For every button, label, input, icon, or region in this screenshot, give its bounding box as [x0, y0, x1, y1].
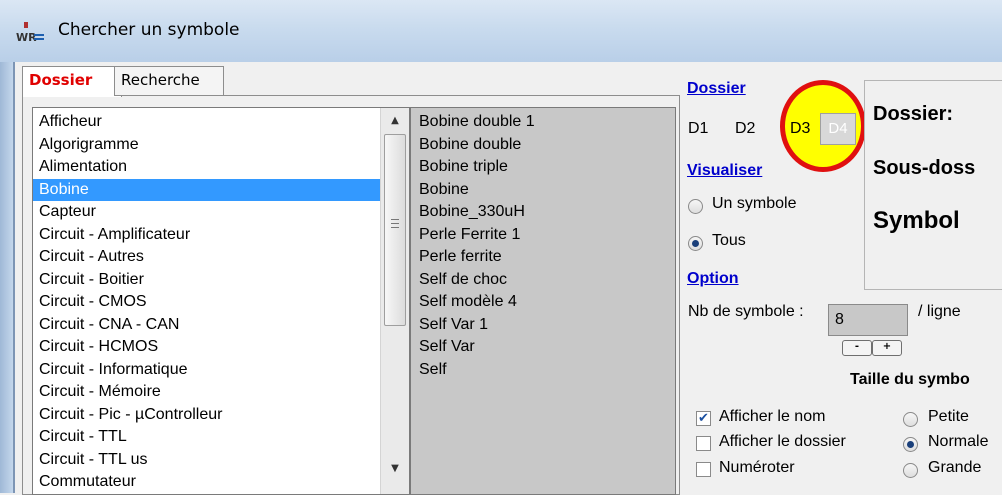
scroll-up-icon[interactable]: ▲: [381, 110, 409, 132]
folder-list[interactable]: Afficheur Algorigramme Alimentation Bobine C…: [32, 107, 410, 495]
symbol-list-item[interactable]: Perle Ferrite 1: [411, 224, 675, 247]
radio-grande[interactable]: [903, 463, 918, 478]
radio-tous[interactable]: [688, 236, 703, 251]
symbol-list-item[interactable]: Bobine double 1: [411, 111, 675, 134]
folder-list-item[interactable]: Circuit - Pic - µControlleur: [33, 404, 380, 427]
symbol-items: Bobine double 1 Bobine double Bobine tripl…: [411, 108, 675, 381]
d3-button[interactable]: D3: [790, 120, 810, 138]
decrement-button[interactable]: -: [842, 340, 872, 356]
svg-text:WR: WR: [16, 31, 37, 44]
folder-list-item[interactable]: Circuit - TTL us: [33, 449, 380, 472]
d4-button[interactable]: D4: [820, 113, 856, 145]
info-dossier: Dossier:: [873, 103, 954, 125]
symbol-list-item[interactable]: Self de choc: [411, 269, 675, 292]
window-frame-left: [0, 62, 13, 493]
symbol-list[interactable]: Bobine double 1 Bobine double Bobine tripl…: [410, 107, 676, 495]
radio-normale-label: Normale: [928, 433, 989, 450]
folder-items: Afficheur Algorigramme Alimentation Bobine C…: [33, 111, 380, 494]
symbol-list-item[interactable]: Self Var: [411, 336, 675, 359]
folder-list-item[interactable]: Afficheur: [33, 111, 380, 134]
checkbox-afficher-dossier[interactable]: [696, 436, 711, 451]
nb-symbole-label: Nb de symbole :: [688, 303, 804, 320]
symbol-list-item[interactable]: Self Var 1: [411, 314, 675, 337]
folder-list-item[interactable]: Circuit - TTL: [33, 426, 380, 449]
checkbox-afficher-dossier-label: Afficher le dossier: [719, 433, 846, 450]
info-symbole: Symbol: [873, 207, 960, 234]
symbol-list-item[interactable]: Perle ferrite: [411, 246, 675, 269]
checkbox-numeroter[interactable]: [696, 462, 711, 477]
folder-scrollbar[interactable]: ▲ ▼: [380, 108, 409, 494]
taille-title: Taille du symbo: [850, 371, 970, 388]
info-panel: Dossier: Sous-doss Symbol: [864, 80, 1002, 290]
scroll-down-icon[interactable]: ▼: [381, 458, 409, 480]
per-line-label: / ligne: [918, 303, 961, 320]
folder-list-item[interactable]: Alimentation: [33, 156, 380, 179]
title-bar: WR Chercher un symbole: [0, 0, 1002, 62]
folder-list-item[interactable]: Bobine: [33, 178, 380, 201]
app-icon: WR: [16, 22, 44, 44]
radio-un-symbole-label: Un symbole: [712, 195, 797, 212]
radio-petite[interactable]: [903, 412, 918, 427]
folder-list-item[interactable]: Commutateur: [33, 471, 380, 494]
folder-list-item[interactable]: Circuit - Autres: [33, 246, 380, 269]
info-sous-dossier: Sous-doss: [873, 157, 976, 179]
folder-list-item[interactable]: Circuit - HCMOS: [33, 336, 380, 359]
radio-normale[interactable]: [903, 437, 918, 452]
radio-grande-label: Grande: [928, 459, 982, 476]
folder-list-item[interactable]: Circuit - Mémoire: [33, 381, 380, 404]
tab-recherche[interactable]: Recherche: [114, 66, 224, 96]
folder-list-item[interactable]: Circuit - Amplificateur: [33, 224, 380, 247]
symbol-list-item[interactable]: Bobine double: [411, 134, 675, 157]
checkbox-afficher-nom-label: Afficher le nom: [719, 408, 826, 425]
symbol-list-item[interactable]: Self modèle 4: [411, 291, 675, 314]
grip-line: [391, 223, 399, 224]
section-option-title: Option: [687, 270, 739, 287]
d1-button[interactable]: D1: [688, 120, 708, 138]
symbol-list-item[interactable]: Bobine_330uH: [411, 201, 675, 224]
checkbox-numeroter-label: Numéroter: [719, 459, 795, 476]
radio-tous-label: Tous: [712, 232, 746, 249]
folder-list-item[interactable]: Circuit - CNA - CAN: [33, 314, 380, 337]
grip-line: [391, 219, 399, 220]
window-title: Chercher un symbole: [58, 20, 240, 40]
increment-button[interactable]: +: [872, 340, 902, 356]
folder-list-item[interactable]: Circuit - Informatique: [33, 359, 380, 382]
scroll-thumb[interactable]: [384, 134, 406, 326]
checkbox-afficher-nom[interactable]: ✔: [696, 411, 711, 426]
symbol-list-item[interactable]: Bobine: [411, 179, 675, 202]
radio-un-symbole[interactable]: [688, 199, 703, 214]
radio-petite-label: Petite: [928, 408, 969, 425]
folder-list-item[interactable]: Circuit - Boitier: [33, 269, 380, 292]
folder-list-item[interactable]: Algorigramme: [33, 134, 380, 157]
window-frame-left-edge: [13, 62, 15, 493]
symbol-list-item[interactable]: Self: [411, 359, 675, 382]
grip-line: [391, 227, 399, 228]
symbol-list-item[interactable]: Bobine triple: [411, 156, 675, 179]
folder-list-item[interactable]: Circuit - CMOS: [33, 291, 380, 314]
tab-dossier[interactable]: Dossier: [22, 66, 122, 97]
section-dossier-title: Dossier: [687, 80, 746, 97]
section-visualiser-title: Visualiser: [687, 162, 763, 179]
nb-symbole-input[interactable]: 8: [828, 304, 908, 336]
folder-list-item[interactable]: Capteur: [33, 201, 380, 224]
d2-button[interactable]: D2: [735, 120, 755, 138]
